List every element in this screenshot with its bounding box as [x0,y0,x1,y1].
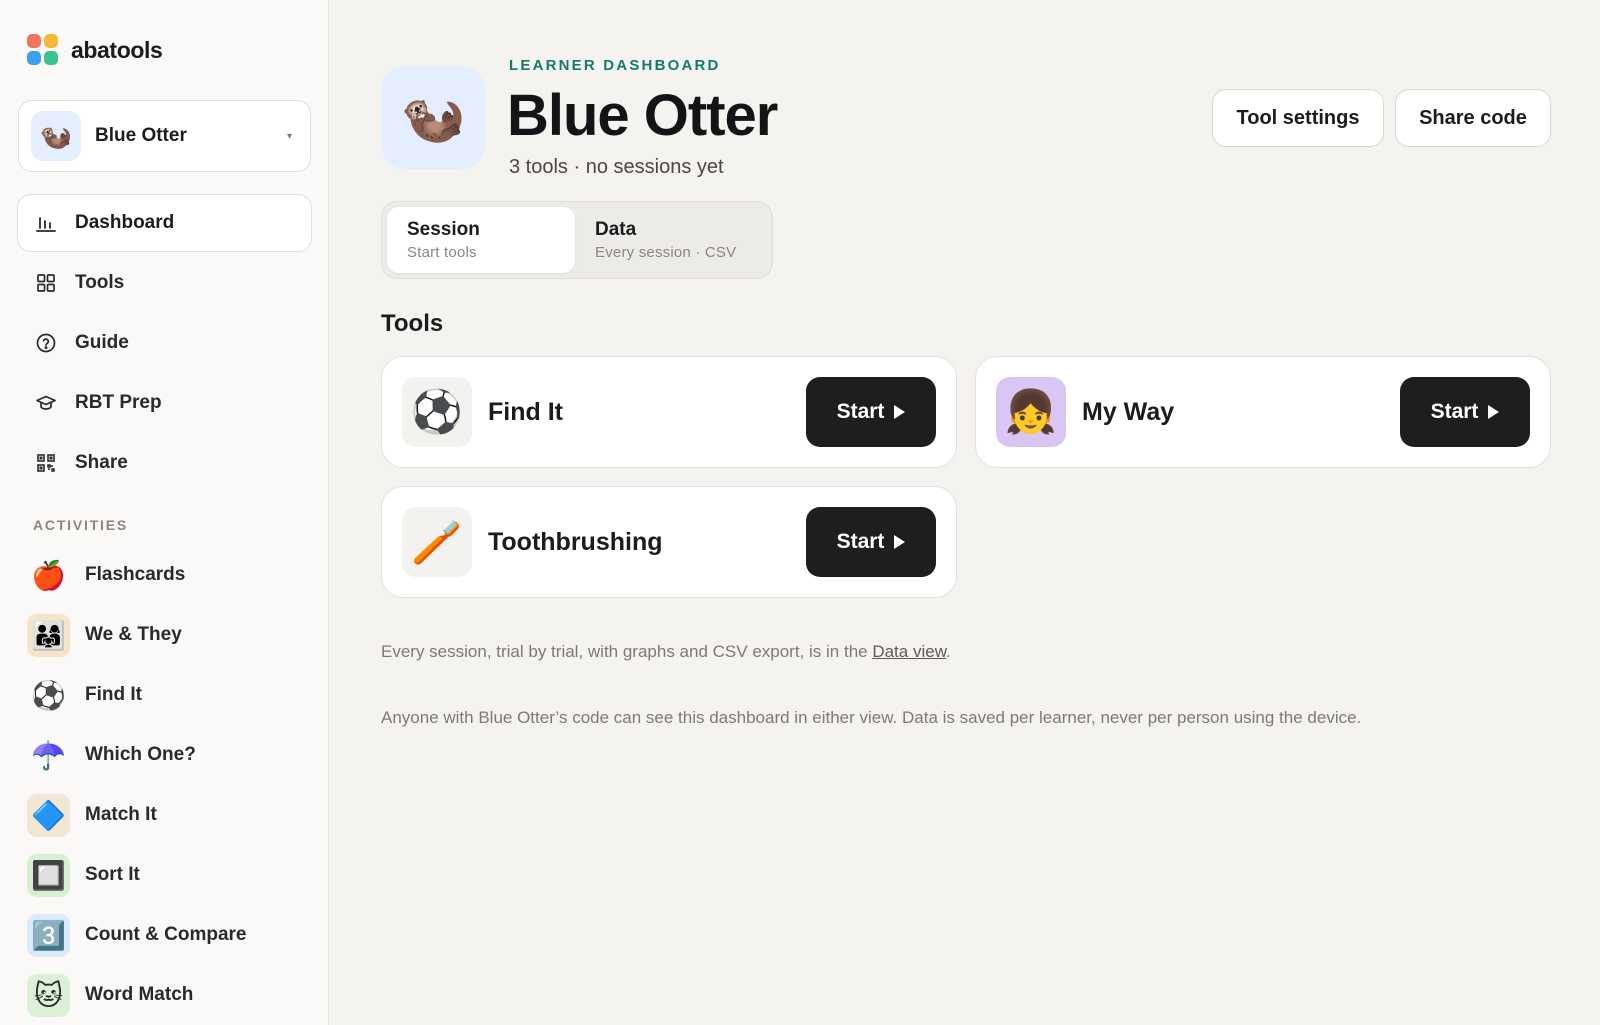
tool-settings-button[interactable]: Tool settings [1212,89,1384,147]
tool-card-toothbrushing: 🪥 Toothbrushing Start [381,486,957,598]
page-title: Blue Otter [507,83,778,148]
start-toothbrushing-button[interactable]: Start [806,507,936,577]
nav-label: Guide [75,332,129,353]
play-icon [1488,405,1500,419]
nav-label: Dashboard [75,212,175,233]
tool-card-my-way: 👧 My Way Start [975,356,1551,468]
tools-heading: Tools [381,310,444,337]
shapes-icon: 🔷 [27,793,70,837]
data-view-note: Every session, trial by trial, with grap… [381,642,951,662]
activity-flashcards[interactable]: 🍎 Flashcards [27,545,307,605]
blocks-icon: 🔲 [27,853,70,897]
data-view-link[interactable]: Data view [872,642,946,661]
activity-we-and-they[interactable]: 👨‍👩‍👧 We & They [27,605,307,665]
start-my-way-button[interactable]: Start [1400,377,1530,447]
number-card-icon: 3️⃣ [27,913,70,957]
note-text: . [946,642,951,661]
tab-subtitle: Every session · CSV [595,244,737,261]
page-eyebrow: LEARNER DASHBOARD [509,57,721,74]
activity-sort-it[interactable]: 🔲 Sort It [27,845,307,905]
tool-name: Find It [488,397,563,426]
main-nav: Dashboard Tools Guide RBT Prep Share [17,194,312,494]
word-picture-icon: 🐱 [27,973,70,1017]
tool-card-find-it: ⚽ Find It Start [381,356,957,468]
soccer-ball-icon: ⚽ [31,679,66,711]
learner-name: Blue Otter [95,125,187,146]
brand-logo-icon [27,34,59,66]
nav-item-dashboard[interactable]: Dashboard [17,194,312,252]
nav-item-guide[interactable]: Guide [17,314,312,372]
activity-count-and-compare[interactable]: 3️⃣ Count & Compare [27,905,307,965]
activities-heading: ACTIVITIES [33,517,129,533]
apple-icon: 🍎 [31,559,66,591]
privacy-note: Anyone with Blue Otter’s code can see th… [381,708,1362,727]
tab-subtitle: Start tools [407,244,477,261]
activity-label: Count & Compare [85,924,247,945]
nav-item-tools[interactable]: Tools [17,254,312,312]
activity-label: Which One? [85,744,196,765]
otter-icon: 🦦 [381,66,485,169]
girl-portrait-icon: 👧 [996,377,1066,447]
start-label: Start [836,530,885,553]
people-icon: 👨‍👩‍👧 [27,613,70,657]
activity-which-one[interactable]: ☂️ Which One? [27,725,307,785]
learner-selector[interactable]: 🦦 Blue Otter ▾ [18,100,311,172]
activity-label: Match It [85,804,157,825]
activity-label: Sort It [85,864,140,885]
page-subtitle: 3 tools · no sessions yet [509,156,724,178]
soccer-ball-icon: ⚽ [402,377,472,447]
start-label: Start [1430,400,1479,423]
bar-chart-icon [35,212,57,234]
umbrella-icon: ☂️ [31,739,66,771]
tab-session[interactable]: Session Start tools [387,207,575,273]
chevron-down-icon: ▾ [286,130,292,142]
tab-data[interactable]: Data Every session · CSV [575,207,763,273]
view-switcher: Session Start tools Data Every session ·… [381,201,773,279]
start-label: Start [836,400,885,423]
activity-find-it[interactable]: ⚽ Find It [27,665,307,725]
activities-list: 🍎 Flashcards 👨‍👩‍👧 We & They ⚽ Find It ☂… [27,545,307,1025]
brand[interactable]: abatools [27,34,163,66]
nav-label: RBT Prep [75,392,162,413]
activity-word-match[interactable]: 🐱 Word Match [27,965,307,1025]
main-content: 🦦 LEARNER DASHBOARD Blue Otter 3 tools ·… [329,0,1600,1025]
tool-name: Toothbrushing [488,527,663,556]
nav-item-rbt-prep[interactable]: RBT Prep [17,374,312,432]
nav-label: Share [75,452,128,473]
activity-label: Flashcards [85,564,186,585]
grid-icon [35,272,57,294]
tab-title: Session [407,219,480,240]
toothbrush-icon: 🪥 [402,507,472,577]
share-code-button[interactable]: Share code [1395,89,1551,147]
activity-label: Find It [85,684,142,705]
activity-label: We & They [85,624,182,645]
play-icon [894,405,906,419]
play-icon [894,535,906,549]
otter-icon: 🦦 [31,111,81,161]
qr-code-icon [35,452,57,474]
nav-label: Tools [75,272,125,293]
start-find-it-button[interactable]: Start [806,377,936,447]
tool-name: My Way [1082,397,1175,426]
brand-name: abatools [71,36,163,63]
note-text: Every session, trial by trial, with grap… [381,642,873,661]
activity-match-it[interactable]: 🔷 Match It [27,785,307,845]
nav-item-share[interactable]: Share [17,434,312,492]
help-circle-icon [35,332,57,354]
activity-label: Word Match [85,984,194,1005]
sidebar: abatools 🦦 Blue Otter ▾ Dashboard Tools [0,0,329,1025]
graduation-cap-icon [35,392,57,414]
tab-title: Data [595,219,637,240]
